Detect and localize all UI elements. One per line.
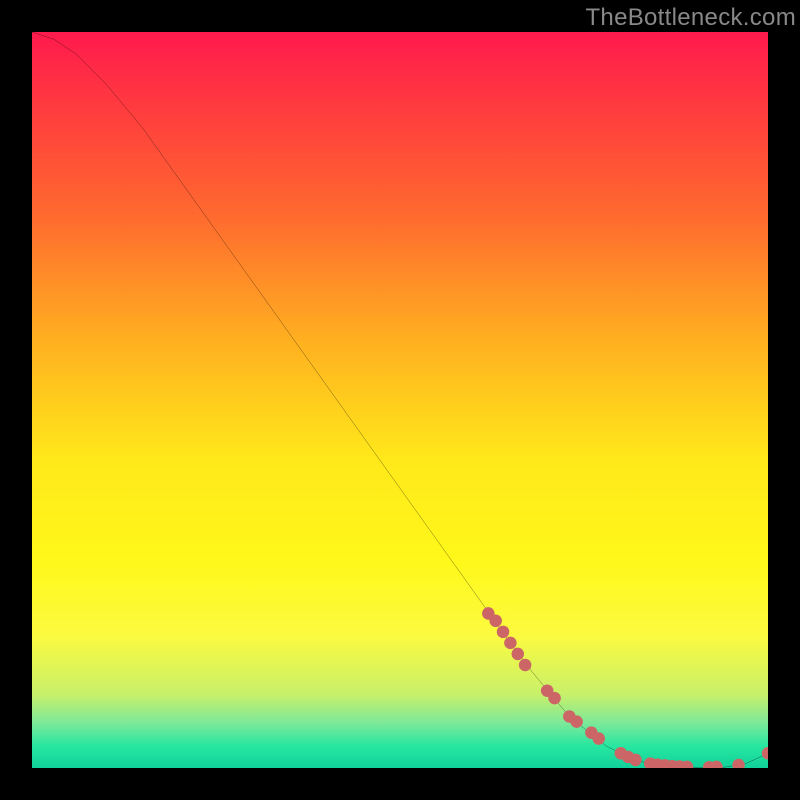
curve-marker	[592, 732, 605, 745]
curve-marker	[512, 648, 525, 661]
curve-layer	[32, 32, 768, 768]
curve-marker	[570, 715, 583, 728]
curve-marker	[710, 761, 723, 768]
watermark-text: TheBottleneck.com	[585, 4, 796, 32]
curve-marker	[497, 626, 510, 639]
plot-area	[32, 32, 768, 768]
curve-markers	[482, 607, 768, 768]
chart-stage: TheBottleneck.com	[0, 0, 800, 800]
curve-marker	[489, 615, 502, 628]
curve-marker	[732, 759, 745, 768]
curve-marker	[548, 692, 561, 705]
curve-marker	[629, 754, 642, 767]
curve-marker	[504, 637, 517, 650]
curve-marker	[519, 659, 532, 672]
curve-marker	[762, 747, 768, 760]
bottleneck-curve	[32, 32, 768, 767]
